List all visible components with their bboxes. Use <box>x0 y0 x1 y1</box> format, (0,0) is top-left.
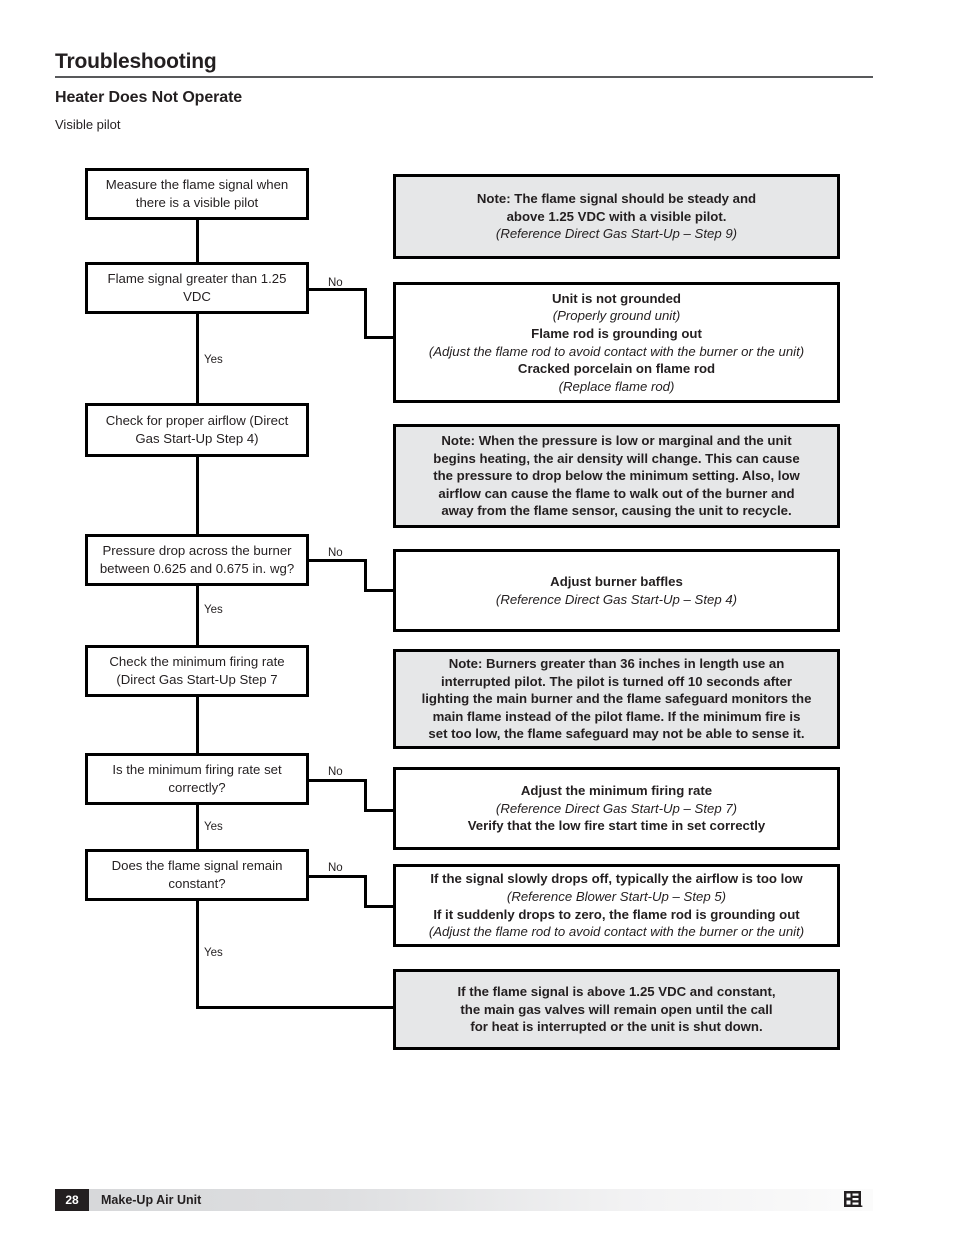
node-line: Measure the flame signal <box>105 177 254 193</box>
edge-label-no-2: No <box>328 547 343 559</box>
note-line: the main gas valves will remain open unt… <box>460 1001 773 1017</box>
note-line: lighting the main burner and the flame s… <box>421 691 812 707</box>
note-line: interrupted pilot. The pilot is turned o… <box>441 673 792 689</box>
note-line: Note: The flame signal should be steady … <box>476 191 757 207</box>
note-line: main flame instead of the pilot flame. I… <box>432 708 801 724</box>
note-line: for heat is interrupted or the unit is s… <box>470 1019 763 1035</box>
flow-action-adjust-minimum-firing-rate: Adjust the minimum firing rate (Referenc… <box>393 767 840 850</box>
flow-node-measure-flame-signal: Measure the flame signal when there is a… <box>85 168 309 220</box>
action-line: If it suddenly drops to zero, the flame … <box>433 906 800 922</box>
connector-pressure-to-min-firing-rate <box>196 586 199 645</box>
action-line: (Reference Blower Start-Up – Step 5) <box>506 888 727 904</box>
node-line: Check the minimum firing rate <box>109 654 285 670</box>
connector-no-2-v <box>364 559 367 592</box>
action-line: Verify that the low fire start time in s… <box>467 818 766 834</box>
note-line: set too low, the flame safeguard may not… <box>428 726 805 742</box>
flow-node-pressure-drop-across-burner: Pressure drop across the burner between … <box>85 534 309 586</box>
action-line: Adjust burner baffles <box>550 573 683 589</box>
note-line: If the flame signal is above 1.25 VDC an… <box>457 984 776 1000</box>
flow-node-does-flame-signal-remain-constant: Does the flame signal remain constant? <box>85 849 309 901</box>
note-line: (Reference Direct Gas Start-Up – Step 9) <box>495 226 738 242</box>
flow-node-is-minimum-firing-rate-set: Is the minimum firing rate set correctly… <box>85 753 309 805</box>
page-footer: 28 Make-Up Air Unit <box>55 1189 873 1211</box>
connector-measure-to-flame-signal <box>196 220 199 262</box>
connector-flame-signal-to-airflow <box>196 314 199 403</box>
edge-label-yes-4: Yes <box>204 947 223 959</box>
node-line: Does the flame signal <box>111 858 239 874</box>
edge-label-no-4: No <box>328 862 343 874</box>
note-line: Note: Burners greater than 36 inches in … <box>448 656 785 672</box>
action-line: Adjust the minimum firing rate <box>520 783 713 799</box>
flow-node-check-proper-airflow: Check for proper airflow (Direct Gas Sta… <box>85 403 309 457</box>
flow-note-pressure-low-marginal: Note: When the pressure is low or margin… <box>393 424 840 528</box>
footer-page-number: 28 <box>55 1189 89 1211</box>
connector-no-4-v <box>364 875 367 908</box>
action-line: (Reference Direct Gas Start-Up – Step 4) <box>495 591 738 607</box>
flow-node-check-minimum-firing-rate: Check the minimum firing rate (Direct Ga… <box>85 645 309 697</box>
node-line: between 0.625 and 0.675 in. wg? <box>99 561 295 576</box>
note-line: Note: When the pressure is low or margin… <box>441 433 792 449</box>
action-line: Cracked porcelain on flame rod <box>517 361 716 377</box>
edge-label-no-3: No <box>328 766 343 778</box>
flow-note-final-outcome: If the flame signal is above 1.25 VDC an… <box>393 969 840 1050</box>
action-line: Flame rod is grounding out <box>531 325 702 341</box>
connector-no-2-h1 <box>309 559 367 562</box>
flow-action-adjust-burner-baffles: Adjust burner baffles (Reference Direct … <box>393 549 840 632</box>
flow-action-grounding-causes: Unit is not grounded (Properly ground un… <box>393 282 840 403</box>
connector-no-1-v <box>364 288 367 339</box>
edge-label-yes-2: Yes <box>204 604 223 616</box>
node-line: (Direct Gas Start-Up Step 7 <box>116 672 278 687</box>
note-line: airflow can cause the flame to walk out … <box>438 485 795 501</box>
note-line: away from the flame sensor, causing the … <box>441 503 792 519</box>
connector-final-yes-horizontal <box>196 1006 393 1009</box>
connector-remain-constant-to-final <box>196 901 199 1009</box>
connector-is-set-to-remain-constant <box>196 805 199 849</box>
connector-airflow-to-pressure-drop <box>196 457 199 534</box>
node-line: Check for proper airflow <box>105 413 246 429</box>
edge-label-yes-1: Yes <box>204 354 223 366</box>
connector-no-4-h1 <box>309 875 367 878</box>
node-line: Is the minimum firing rate <box>112 762 261 778</box>
connector-firing-rate-to-is-set <box>196 697 199 753</box>
connector-no-3-h1 <box>309 779 367 782</box>
action-line: If the signal slowly drops off, typicall… <box>430 871 803 887</box>
note-line: the pressure to drop below the minimum s… <box>433 468 800 484</box>
flow-note-burners-greater-36-inches: Note: Burners greater than 36 inches in … <box>393 649 840 749</box>
action-line: Unit is not grounded <box>552 290 681 306</box>
node-line: Pressure drop across the burner <box>102 543 292 559</box>
flow-action-signal-drop-diagnosis: If the signal slowly drops off, typicall… <box>393 864 840 947</box>
greenheck-logo-icon <box>844 1191 863 1207</box>
action-line: (Adjust the flame rod to avoid contact w… <box>428 924 805 940</box>
edge-label-no-1: No <box>328 277 343 289</box>
troubleshooting-flowchart: Measure the flame signal when there is a… <box>0 0 954 1120</box>
action-line: (Properly ground unit) <box>552 308 681 324</box>
edge-label-yes-3: Yes <box>204 821 223 833</box>
connector-no-3-h2 <box>364 809 395 812</box>
connector-no-1-h2 <box>364 336 395 339</box>
action-line: (Reference Direct Gas Start-Up – Step 7) <box>495 800 738 816</box>
note-line: begins heating, the air density will cha… <box>433 450 800 466</box>
connector-no-3-v <box>364 779 367 812</box>
note-line: above 1.25 VDC with a visible pilot. <box>506 208 727 224</box>
action-line: (Replace flame rod) <box>558 378 675 394</box>
node-line: Flame signal greater <box>107 271 228 287</box>
connector-no-4-h2 <box>364 905 395 908</box>
flow-node-flame-signal-greater: Flame signal greater than 1.25 VDC <box>85 262 309 314</box>
flow-note-flame-signal-steady: Note: The flame signal should be steady … <box>393 174 840 259</box>
action-line: (Adjust the flame rod to avoid contact w… <box>428 343 805 359</box>
connector-no-2-h2 <box>364 589 395 592</box>
footer-document-name: Make-Up Air Unit <box>101 1193 202 1207</box>
